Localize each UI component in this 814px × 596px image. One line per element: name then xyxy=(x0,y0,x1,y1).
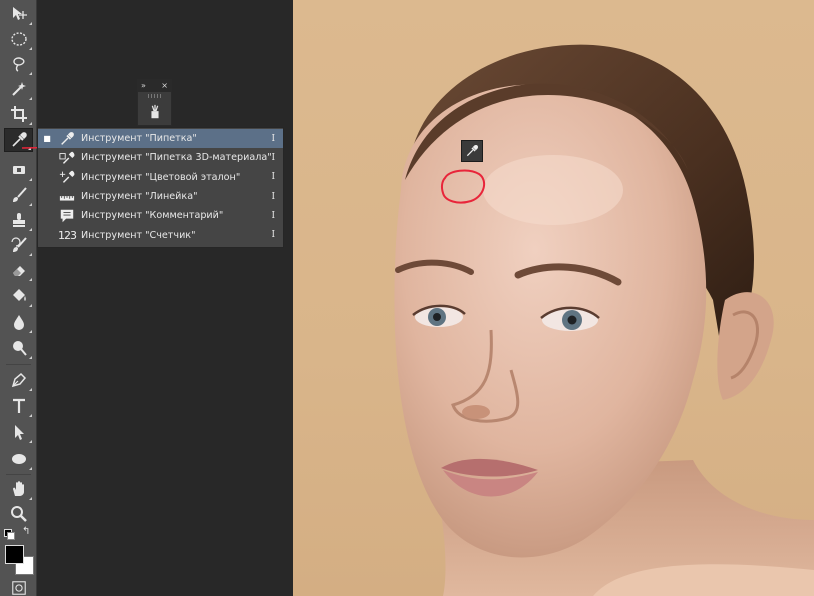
zoom-icon xyxy=(10,506,27,522)
hand-icon xyxy=(12,481,24,496)
dodge-icon xyxy=(12,341,27,356)
pen-icon xyxy=(11,372,26,388)
selected-marker: ■ xyxy=(43,134,51,144)
hand-tool-button[interactable] xyxy=(4,477,33,501)
floating-tool-presets-panel: » × xyxy=(137,79,172,126)
default-colors-icon[interactable] xyxy=(4,529,15,540)
flyout-item-label: Инструмент "Цветовой эталон" xyxy=(81,171,241,183)
eyedropper-cursor-icon xyxy=(466,144,479,157)
portrait-photo xyxy=(394,44,814,596)
flyout-item-label: Инструмент "Линейка" xyxy=(81,191,198,203)
eraser-icon xyxy=(12,266,25,276)
quick-mask-icon xyxy=(11,581,26,595)
eraser-tool-button[interactable] xyxy=(4,258,33,282)
note-icon xyxy=(60,209,74,223)
history-brush-icon xyxy=(10,237,27,252)
quick-mask-button[interactable] xyxy=(4,580,33,596)
eyedropper-tools-flyout: ■ Инструмент "Пипетка" I Инструмент "Пип… xyxy=(37,127,284,248)
flyout-item-label: Инструмент "Комментарий" xyxy=(81,210,224,222)
foreground-color-swatch[interactable] xyxy=(5,545,24,564)
magic-wand-tool-button[interactable] xyxy=(4,77,33,101)
marquee-tool-button[interactable] xyxy=(4,27,33,51)
flyout-item-ruler[interactable]: Инструмент "Линейка" I xyxy=(38,187,283,206)
zoom-tool-button[interactable] xyxy=(4,502,33,526)
stamp-icon xyxy=(12,213,25,227)
tool-presets-icon xyxy=(150,104,159,118)
panel-header: » × xyxy=(138,80,171,92)
brush-tool-button[interactable] xyxy=(4,183,33,207)
shortcut-key: I xyxy=(271,230,275,241)
path-selection-icon xyxy=(14,425,24,440)
type-icon xyxy=(12,398,25,413)
shortcut-key: I xyxy=(271,172,275,183)
paint-bucket-icon xyxy=(12,289,26,301)
shape-tool-button[interactable] xyxy=(4,447,33,471)
pen-tool-button[interactable] xyxy=(4,368,33,392)
lasso-tool-button[interactable] xyxy=(4,52,33,76)
3d-material-eyedropper-icon xyxy=(59,151,75,164)
brush-icon xyxy=(12,187,27,202)
panel-grip[interactable] xyxy=(148,94,161,98)
elliptical-marquee-icon xyxy=(10,32,27,46)
path-selection-tool-button[interactable] xyxy=(4,420,33,444)
ruler-icon xyxy=(59,195,75,201)
spot-healing-tool-button[interactable] xyxy=(4,158,33,182)
type-tool-button[interactable] xyxy=(4,394,33,418)
shortcut-key: I xyxy=(271,191,275,202)
history-brush-tool-button[interactable] xyxy=(4,233,33,257)
crop-icon xyxy=(10,106,27,122)
clone-stamp-tool-button[interactable] xyxy=(4,208,33,232)
tools-panel: ↰ xyxy=(0,0,37,596)
flyout-item-count[interactable]: 123 Инструмент "Счетчик" I xyxy=(38,225,283,244)
collapse-panel-icon[interactable]: » xyxy=(141,80,146,92)
shortcut-key: I xyxy=(271,210,275,221)
shortcut-key: I xyxy=(271,133,275,144)
blur-drop-icon xyxy=(13,315,24,330)
bandage-icon xyxy=(12,166,25,174)
crop-tool-button[interactable] xyxy=(4,102,33,126)
flyout-item-eyedropper[interactable]: ■ Инструмент "Пипетка" I xyxy=(38,129,283,149)
tool-presets-button[interactable] xyxy=(144,101,165,122)
eyedropper-cursor xyxy=(461,140,483,162)
paint-bucket-tool-button[interactable] xyxy=(4,284,33,308)
flyout-item-label: Инструмент "Счетчик" xyxy=(81,229,196,241)
flyout-item-3d-material-eyedropper[interactable]: Инструмент "Пипетка 3D-материала" I xyxy=(38,148,283,167)
flyout-item-label: Инструмент "Пипетка 3D-материала" xyxy=(81,152,272,164)
eyedropper-icon xyxy=(61,131,74,145)
lasso-icon xyxy=(12,57,25,72)
swap-colors-icon[interactable]: ↰ xyxy=(22,527,30,537)
close-panel-icon[interactable]: × xyxy=(161,80,168,92)
flyout-item-color-sampler[interactable]: Инструмент "Цветовой эталон" I xyxy=(38,168,283,187)
move-tool-button[interactable] xyxy=(4,2,33,26)
magic-wand-icon xyxy=(11,82,26,96)
flyout-item-label: Инструмент "Пипетка" xyxy=(81,133,197,145)
flyout-item-note[interactable]: Инструмент "Комментарий" I xyxy=(38,206,283,225)
dodge-tool-button[interactable] xyxy=(4,336,33,360)
document-canvas-photo[interactable] xyxy=(293,0,814,596)
ellipse-shape-icon xyxy=(11,454,26,464)
shortcut-key: I xyxy=(271,152,275,163)
move-icon xyxy=(12,7,27,20)
count-icon: 123 xyxy=(58,228,77,242)
color-sampler-icon xyxy=(59,171,75,184)
blur-tool-button[interactable] xyxy=(4,310,33,334)
